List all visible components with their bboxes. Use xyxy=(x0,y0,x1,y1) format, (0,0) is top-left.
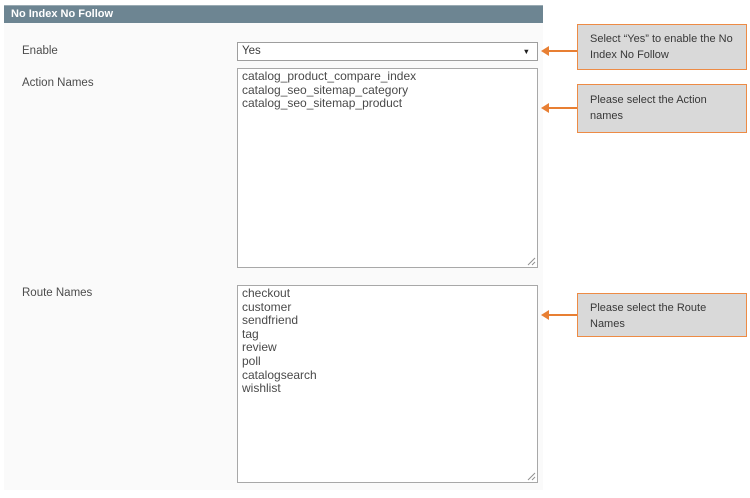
resize-handle-icon[interactable] xyxy=(526,256,536,266)
callout-enable: Select “Yes” to enable the No Index No F… xyxy=(577,24,747,70)
dropdown-arrow-icon: ▼ xyxy=(523,48,530,56)
enable-label: Enable xyxy=(22,45,58,57)
route-names-textarea[interactable]: checkout customer sendfriend tag review … xyxy=(237,285,538,483)
action-names-label: Action Names xyxy=(22,77,94,89)
callout-action-names: Please select the Action names xyxy=(577,84,747,133)
callout-enable-text: Select “Yes” to enable the No Index No F… xyxy=(590,33,733,61)
config-section: No Index No Follow Enable Yes ▼ Action N… xyxy=(4,5,543,490)
action-names-field: catalog_product_compare_index catalog_se… xyxy=(237,68,538,268)
route-names-label: Route Names xyxy=(22,287,92,299)
section-title: No Index No Follow xyxy=(11,8,113,20)
section-header[interactable]: No Index No Follow xyxy=(4,5,543,23)
callout-route-names: Please select the Route Names xyxy=(577,293,747,337)
page: No Index No Follow Enable Yes ▼ Action N… xyxy=(0,0,750,498)
callout-route-names-text: Please select the Route Names xyxy=(590,302,706,330)
resize-handle-icon[interactable] xyxy=(526,471,536,481)
callout-action-names-text: Please select the Action names xyxy=(590,94,707,122)
route-names-field: checkout customer sendfriend tag review … xyxy=(237,285,538,483)
action-names-textarea[interactable]: catalog_product_compare_index catalog_se… xyxy=(237,68,538,268)
enable-select[interactable]: Yes ▼ xyxy=(237,42,538,61)
enable-select-value: Yes xyxy=(242,43,261,60)
